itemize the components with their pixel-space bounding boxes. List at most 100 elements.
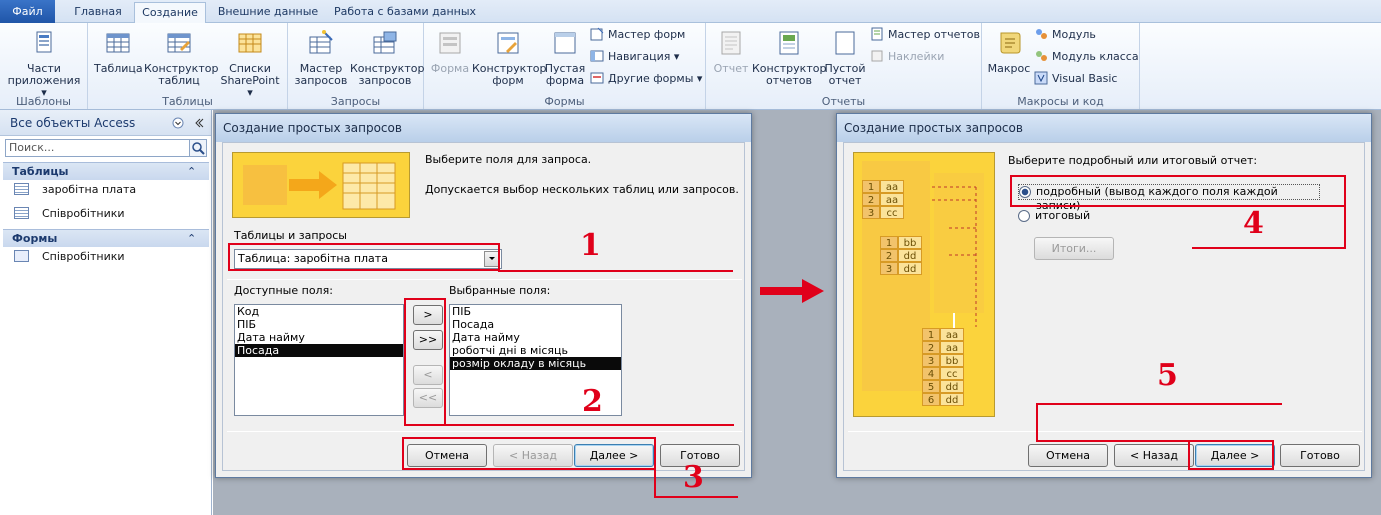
group-label-macros: Макросы и код <box>1017 95 1104 108</box>
blank-report-button[interactable]: Пустой отчет <box>824 29 866 87</box>
list-item[interactable]: Дата найму <box>235 331 403 344</box>
form-button[interactable]: Форма <box>428 29 472 75</box>
list-item[interactable]: роботчі дні в місяць <box>450 344 621 357</box>
collapse-double-chevron-icon[interactable] <box>192 117 204 129</box>
annotation-underline-1 <box>498 270 733 272</box>
cancel-button[interactable]: Отмена <box>1028 444 1108 467</box>
nav-item-table-employees[interactable]: Співробітники <box>14 205 125 223</box>
table-designer-button[interactable]: Конструктор таблиц <box>144 29 218 87</box>
radio-summary-label: итоговый <box>1035 209 1091 222</box>
illus-cell: 2 <box>880 249 898 262</box>
access-window: Файл Главная Создание Внешние данные Раб… <box>0 0 1381 515</box>
nav-item-form-employees[interactable]: Співробітники <box>14 248 125 266</box>
list-item-selected[interactable]: Посада <box>235 344 403 357</box>
macro-button[interactable]: Макрос <box>986 29 1032 75</box>
radio-unchecked-icon <box>1018 210 1030 222</box>
query-wizard-button[interactable]: Мастер запросов <box>292 29 350 87</box>
form-wizard-button[interactable]: Мастер форм <box>590 26 685 44</box>
class-module-button[interactable]: Модуль класса <box>1034 48 1139 66</box>
tables-queries-label: Таблицы и запросы <box>234 229 347 242</box>
group-templates: Части приложения ▾ Шаблоны <box>0 23 88 109</box>
application-parts-icon <box>36 31 52 53</box>
nav-pane-title: Все объекты Access <box>10 116 136 130</box>
form-icon <box>14 250 29 262</box>
separator <box>227 431 742 432</box>
illus-cell: 5 <box>922 380 940 393</box>
blank-form-button[interactable]: Пустая форма <box>544 29 586 87</box>
visual-basic-button[interactable]: Visual Basic <box>1034 70 1117 88</box>
application-parts-button[interactable]: Части приложения ▾ <box>4 29 84 99</box>
fields-transfer-illustration-icon <box>243 162 396 210</box>
form-designer-button[interactable]: Конструктор форм <box>472 29 546 87</box>
collapse-up-icon: ⌃ <box>187 232 197 245</box>
illus-cell: dd <box>940 380 964 393</box>
table-button[interactable]: Таблица <box>94 29 143 75</box>
dialog-title: Создание простых запросов <box>837 114 1371 142</box>
tab-home[interactable]: Главная <box>60 2 136 23</box>
query-wizard-line2: запросов <box>294 74 348 87</box>
visual-basic-icon <box>1034 71 1048 85</box>
query-wizard-icon <box>309 30 333 54</box>
report-wizard-label: Мастер отчетов <box>888 28 980 41</box>
other-forms-button[interactable]: Другие формы ▾ <box>590 70 702 88</box>
labels-label: Наклейки <box>888 50 945 63</box>
sharepoint-lists-icon <box>238 33 262 53</box>
report-icon <box>721 31 741 55</box>
list-item[interactable]: Код <box>235 305 403 318</box>
other-forms-label: Другие формы ▾ <box>608 72 703 85</box>
tab-create[interactable]: Создание <box>134 2 206 24</box>
illus-cell: 2 <box>922 341 940 354</box>
class-module-icon <box>1036 51 1047 61</box>
list-item[interactable]: Посада <box>450 318 621 331</box>
navigation-button[interactable]: Навигация ▾ <box>590 48 679 66</box>
report-wizard-icon <box>871 27 883 41</box>
report-wizard-button[interactable]: Мастер отчетов <box>870 26 980 44</box>
nav-search-button[interactable] <box>189 139 207 157</box>
group-macros: Макрос Модуль Модуль класса Visual Basic… <box>982 23 1140 109</box>
dialog-title: Создание простых запросов <box>216 114 751 142</box>
illus-cell: 4 <box>922 367 940 380</box>
available-fields-label: Доступные поля: <box>234 284 333 297</box>
back-button[interactable]: < Назад <box>1114 444 1194 467</box>
sharepoint-lists-button[interactable]: Списки SharePoint ▾ <box>216 29 284 99</box>
labels-button[interactable]: Наклейки <box>870 48 944 66</box>
available-fields-list[interactable]: Код ПІБ Дата найму Посада <box>234 304 404 416</box>
list-item[interactable]: Дата найму <box>450 331 621 344</box>
illus-cell: dd <box>940 393 964 406</box>
list-item[interactable]: ПІБ <box>450 305 621 318</box>
report-designer-button[interactable]: Конструктор отчетов <box>752 29 826 87</box>
finish-button[interactable]: Готово <box>1280 444 1360 467</box>
simple-query-dialog-detail: Создание простых запросов 1 aa 2 aa 3 cc… <box>836 113 1372 478</box>
query-designer-icon <box>373 31 397 54</box>
report-button[interactable]: Отчет <box>710 29 752 75</box>
chevron-down-circle-icon[interactable] <box>172 117 184 129</box>
nav-item-table-salary[interactable]: заробітна плата <box>14 181 136 199</box>
nav-item-label: заробітна плата <box>42 183 137 196</box>
totals-button[interactable]: Итоги... <box>1034 237 1114 260</box>
nav-pane-header[interactable]: Все объекты Access <box>0 110 211 136</box>
tab-database-tools[interactable]: Работа с базами данных <box>330 2 480 23</box>
nav-section-tables[interactable]: Таблицы ⌃ <box>3 162 209 180</box>
module-button[interactable]: Модуль <box>1034 26 1096 44</box>
group-reports: Отчет Конструктор отчетов Пустой отчет М… <box>706 23 982 109</box>
nav-search-input[interactable]: Поиск... <box>5 139 191 157</box>
separator <box>848 431 1362 432</box>
query-designer-line2: запросов <box>358 74 412 87</box>
illus-cell: dd <box>898 249 922 262</box>
illus-cell: bb <box>940 354 964 367</box>
table-button-label: Таблица <box>94 62 143 75</box>
group-tables: Таблица Конструктор таблиц Списки ShareP… <box>88 23 288 109</box>
navigation-label: Навигация ▾ <box>608 50 680 63</box>
tab-external-data[interactable]: Внешние данные <box>210 2 326 23</box>
module-label: Модуль <box>1052 28 1096 41</box>
table-designer-line2: таблиц <box>158 74 200 87</box>
nav-section-forms[interactable]: Формы ⌃ <box>3 229 209 247</box>
nav-item-label: Співробітники <box>42 250 125 263</box>
tab-file[interactable]: Файл <box>0 0 55 23</box>
search-icon <box>192 142 205 155</box>
annotation-box-5 <box>1188 440 1274 470</box>
query-designer-button[interactable]: Конструктор запросов <box>350 29 424 87</box>
list-item[interactable]: ПІБ <box>235 318 403 331</box>
ribbon-tab-bar: Файл Главная Создание Внешние данные Раб… <box>0 0 1381 24</box>
list-item-selected[interactable]: розмір окладу в місяць <box>450 357 621 370</box>
